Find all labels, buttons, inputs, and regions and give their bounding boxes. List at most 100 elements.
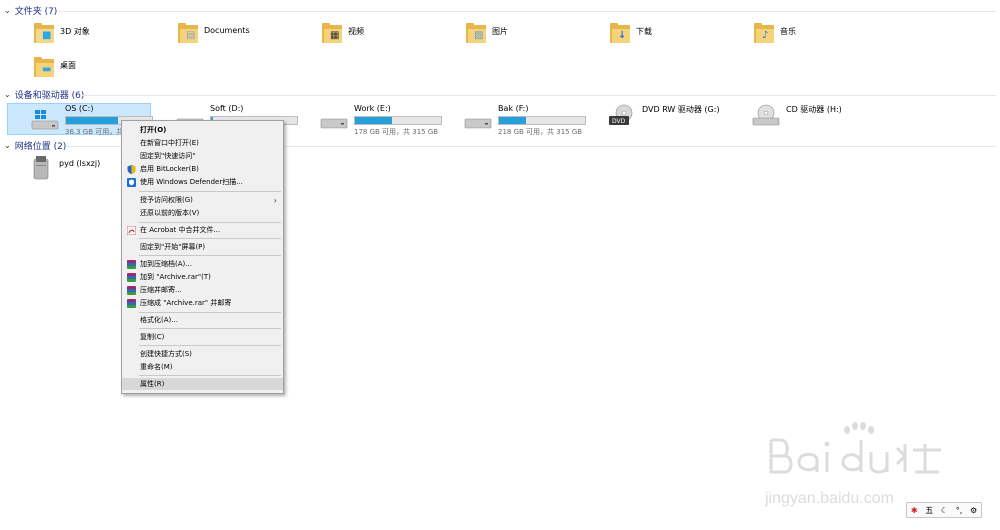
menu-item-open[interactable]: 打开(O): [122, 124, 283, 136]
winrar-icon: [127, 273, 136, 282]
winrar-icon: [127, 286, 136, 295]
drives-group-title: 设备和驱动器 (6): [14, 90, 85, 101]
drive-usage-bar: [498, 116, 586, 125]
folder-pictures[interactable]: ▧ 图片: [466, 22, 508, 44]
ime-mode-button[interactable]: 五: [925, 505, 933, 516]
menu-separator: [139, 238, 281, 239]
acrobat-icon: [126, 225, 137, 236]
network-group-header[interactable]: ⌄ 网络位置 (2): [4, 138, 66, 152]
desktop-icon: ▬: [34, 56, 54, 78]
menu-item-defender[interactable]: 使用 Windows Defender扫描...: [122, 176, 283, 188]
menu-label: 复制(C): [140, 333, 165, 341]
menu-separator: [139, 255, 281, 256]
menu-separator: [139, 345, 281, 346]
drive-f[interactable]: Bak (F:) 218 GB 可用，共 315 GB: [464, 104, 593, 137]
menu-item-properties[interactable]: 属性(R): [122, 378, 283, 390]
dvd-drive-icon: DVD: [608, 104, 636, 126]
gear-icon[interactable]: ⚙: [970, 506, 977, 515]
folders-group-header[interactable]: ⌄ 文件夹 (7): [4, 3, 57, 17]
moon-icon[interactable]: ☾: [941, 506, 948, 515]
menu-label: 压缩成 "Archive.rar" 并邮寄: [140, 299, 232, 307]
menu-item-grant-access[interactable]: 授予访问权限(G) ›: [122, 194, 283, 206]
drive-name: CD 驱动器 (H:): [786, 105, 842, 114]
winrar-icon: [127, 260, 136, 269]
menu-separator: [139, 222, 281, 223]
music-icon: ♪: [754, 22, 774, 44]
menu-separator: [139, 328, 281, 329]
cd-drive-icon: [752, 104, 780, 126]
drive-g[interactable]: DVD DVD RW 驱动器 (G:): [608, 104, 737, 126]
drive-e[interactable]: Work (E:) 178 GB 可用，共 315 GB: [320, 104, 449, 137]
hard-drive-icon: [464, 110, 492, 132]
menu-label: 重命名(M): [140, 363, 173, 371]
network-location-pyd[interactable]: pyd (lsxzj): [32, 155, 100, 181]
chevron-down-icon: ⌄: [4, 140, 11, 150]
chevron-down-icon: ⌄: [4, 89, 11, 99]
punctuation-icon[interactable]: °,: [956, 506, 963, 515]
folder-documents[interactable]: ▤ Documents: [178, 22, 250, 44]
folder-label: 图片: [492, 27, 508, 36]
drive-capacity: 218 GB 可用，共 315 GB: [498, 128, 583, 136]
menu-label: 加到压缩档(A)...: [140, 260, 192, 268]
menu-item-rename[interactable]: 重命名(M): [122, 361, 283, 373]
folder-label: 视频: [348, 27, 364, 36]
menu-item-rar-archive-email[interactable]: 压缩成 "Archive.rar" 并邮寄: [122, 297, 283, 309]
folder-label: 桌面: [60, 61, 76, 70]
folder-label: 下载: [636, 27, 652, 36]
folder-label: Documents: [204, 26, 250, 35]
3d-objects-icon: ■: [34, 22, 54, 44]
menu-item-create-shortcut[interactable]: 创建快捷方式(S): [122, 348, 283, 360]
baidu-logo-icon: [769, 422, 941, 474]
drive-h[interactable]: CD 驱动器 (H:): [752, 104, 881, 126]
menu-label: 压缩并邮寄...: [140, 286, 182, 294]
drive-name: OS (C:): [65, 104, 94, 113]
chevron-right-icon: ›: [273, 195, 277, 205]
videos-icon: ▦: [322, 22, 342, 44]
windows-drive-icon: [31, 110, 59, 132]
drive-name: Work (E:): [354, 104, 391, 113]
drive-name: DVD RW 驱动器 (G:): [642, 105, 720, 114]
menu-label: 固定到"开始"屏幕(P): [140, 243, 206, 251]
folder-desktop[interactable]: ▬ 桌面: [34, 56, 76, 78]
folder-downloads[interactable]: ↓ 下载: [610, 22, 652, 44]
ime-toolbar: ✱ 五 ☾ °, ⚙: [906, 502, 982, 518]
menu-label: 固定到"快速访问": [140, 152, 196, 160]
folders-group-title: 文件夹 (7): [14, 6, 58, 17]
menu-label: 授予访问权限(G): [140, 196, 193, 204]
menu-item-restore-versions[interactable]: 还原以前的版本(V): [122, 207, 283, 219]
menu-item-format[interactable]: 格式化(A)...: [122, 314, 283, 326]
menu-item-copy[interactable]: 复制(C): [122, 331, 283, 343]
menu-label: 在 Acrobat 中合并文件...: [140, 226, 221, 234]
chevron-down-icon: ⌄: [4, 5, 11, 15]
folder-label: 音乐: [780, 27, 796, 36]
group-divider: [82, 95, 996, 96]
menu-separator: [139, 375, 281, 376]
network-label: pyd (lsxzj): [59, 159, 101, 168]
group-divider: [58, 11, 996, 12]
menu-label: 还原以前的版本(V): [140, 209, 200, 217]
menu-item-rar-add[interactable]: 加到压缩档(A)...: [122, 258, 283, 270]
menu-label: 创建快捷方式(S): [140, 350, 192, 358]
network-group-title: 网络位置 (2): [14, 141, 67, 152]
menu-label: 属性(R): [140, 380, 165, 388]
hard-drive-icon: [320, 110, 348, 132]
menu-item-bitlocker[interactable]: 启用 BitLocker(B): [122, 163, 283, 175]
drives-group-header[interactable]: ⌄ 设备和驱动器 (6): [4, 87, 84, 101]
menu-item-open-new-window[interactable]: 在新窗口中打开(E): [122, 137, 283, 149]
folder-videos[interactable]: ▦ 视频: [322, 22, 364, 44]
menu-item-pin-start[interactable]: 固定到"开始"屏幕(P): [122, 241, 283, 253]
menu-item-rar-add-archive[interactable]: 加到 "Archive.rar"(T): [122, 271, 283, 283]
menu-item-pin-quick-access[interactable]: 固定到"快速访问": [122, 150, 283, 162]
paw-icon[interactable]: ✱: [911, 506, 918, 515]
folder-music[interactable]: ♪ 音乐: [754, 22, 796, 44]
drive-capacity: 178 GB 可用，共 315 GB: [354, 128, 439, 136]
svg-text:DVD: DVD: [612, 118, 626, 125]
baidu-watermark: jingyan.baidu.com: [765, 420, 945, 510]
winrar-icon: [127, 299, 136, 308]
menu-label: 启用 BitLocker(B): [140, 165, 199, 173]
menu-item-acrobat-combine[interactable]: 在 Acrobat 中合并文件...: [122, 224, 283, 236]
drive-name: Soft (D:): [210, 104, 244, 113]
folder-3d-objects[interactable]: ■ 3D 对象: [34, 22, 90, 44]
menu-item-rar-email[interactable]: 压缩并邮寄...: [122, 284, 283, 296]
menu-label: 加到 "Archive.rar"(T): [140, 273, 211, 281]
